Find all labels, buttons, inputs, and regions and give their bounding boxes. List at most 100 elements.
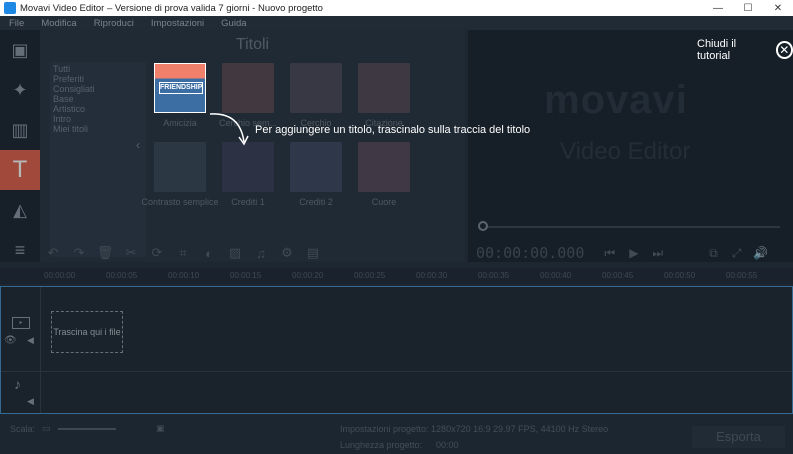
zoom-out-icon[interactable]: ▭: [42, 423, 51, 434]
title-thumbnail[interactable]: Cuore: [358, 142, 410, 207]
preview-player: movavi Video Editor: [468, 30, 793, 262]
redo-icon[interactable]: ↷: [66, 245, 92, 261]
app-body: ▣ ✦ ▥ T ◭ ≡ Titoli Tutti Preferiti Consi…: [0, 30, 793, 454]
timeline-ruler[interactable]: 00:00:00 00:00:05 00:00:10 00:00:15 00:0…: [0, 268, 793, 284]
video-track-icon: ▸: [12, 317, 30, 329]
scale-slider[interactable]: [58, 428, 116, 430]
text-t-icon: T: [12, 156, 28, 183]
ruler-tick: 00:00:15: [230, 271, 262, 280]
filters-button[interactable]: ✦: [0, 70, 40, 110]
music-note-icon: ♪: [14, 376, 21, 392]
app-logo-icon: [4, 2, 16, 14]
panel-title: Titoli: [235, 36, 270, 53]
speaker-icon[interactable]: ◀: [27, 396, 34, 407]
ruler-tick: 00:00:35: [478, 271, 510, 280]
close-tutorial-label: Chiudi il tutorial: [697, 38, 737, 62]
scrubber-handle[interactable]: [478, 221, 488, 231]
window-titlebar: Movavi Video Editor – Versione di prova …: [0, 0, 793, 16]
track-divider: [1, 371, 792, 372]
playback-scrubber[interactable]: [480, 226, 780, 228]
title-thumbnail[interactable]: Contrasto semplice: [141, 142, 219, 207]
fullscreen-icon[interactable]: ⤢: [732, 246, 742, 261]
image-icon[interactable]: ▨: [222, 245, 248, 261]
menu-impostazioni[interactable]: Impostazioni: [151, 18, 204, 29]
skip-forward-icon[interactable]: ⏭: [652, 246, 663, 261]
timecode-display: 00:00:00.000: [476, 244, 585, 262]
thumbnail-text: FRIENDSHIP: [159, 82, 203, 94]
color-adjust-icon[interactable]: ◐: [196, 246, 222, 261]
drop-files-zone[interactable]: Trascina qui i file: [51, 311, 123, 353]
cut-icon[interactable]: ✂: [118, 245, 144, 261]
left-toolbar: ▣ ✦ ▥ T ◭ ≡: [0, 30, 40, 262]
stickers-button[interactable]: ◭: [0, 190, 40, 230]
speaker-icon[interactable]: ◀: [27, 335, 34, 346]
ruler-tick: 00:00:10: [168, 271, 200, 280]
undo-icon[interactable]: ↶: [40, 245, 66, 261]
play-icon[interactable]: ▶: [629, 246, 638, 260]
chevron-left-icon[interactable]: ‹: [136, 138, 140, 152]
magic-wand-icon: ✦: [12, 79, 28, 100]
timeline-area[interactable]: ▸ 👁 ◀ ♪ ◀ Trascina qui i file: [0, 286, 793, 414]
export-button[interactable]: Esporta: [692, 426, 785, 448]
close-icon[interactable]: ✕: [775, 41, 793, 59]
maximize-button[interactable]: ☐: [733, 3, 763, 14]
minimize-button[interactable]: —: [703, 3, 733, 14]
window-title: Movavi Video Editor – Versione di prova …: [20, 2, 323, 14]
ruler-tick: 00:00:25: [354, 271, 386, 280]
project-length-label: Lunghezza progetto:: [340, 440, 423, 450]
highlighted-title-thumbnail[interactable]: FRIENDSHIP: [154, 63, 206, 113]
import-media-button[interactable]: ▣: [0, 30, 40, 70]
volume-icon[interactable]: 🔊: [753, 246, 768, 260]
category-item[interactable]: Miei titoli: [53, 124, 143, 134]
category-item[interactable]: Base: [53, 94, 143, 104]
project-length: 00:00: [436, 440, 459, 450]
eye-icon[interactable]: 👁: [4, 335, 17, 346]
gear-icon[interactable]: ⚙: [274, 245, 300, 261]
list-icon: ≡: [14, 239, 26, 260]
title-thumbnail[interactable]: Cerchio: [290, 63, 342, 128]
transitions-button[interactable]: ▥: [0, 110, 40, 150]
skip-back-icon[interactable]: ⏮: [604, 246, 615, 261]
ruler-tick: 00:00:50: [664, 271, 696, 280]
menu-modifica[interactable]: Modifica: [41, 18, 76, 29]
ruler-tick: 00:00:00: [44, 271, 76, 280]
category-item[interactable]: Artistico: [53, 104, 143, 114]
menu-riproduci[interactable]: Riproduci: [94, 18, 134, 29]
detach-icon[interactable]: ⧉: [709, 246, 718, 261]
crop-icon[interactable]: ⌗: [170, 245, 196, 261]
tutorial-hint: Per aggiungere un titolo, trascinalo sul…: [255, 124, 531, 136]
titles-button[interactable]: T: [0, 150, 40, 190]
category-item[interactable]: Tutti: [53, 64, 143, 74]
title-thumbnail[interactable]: Citazione: [358, 63, 410, 128]
menu-bar: File Modifica Riproduci Impostazioni Gui…: [0, 16, 793, 30]
transitions-icon: ▥: [11, 119, 29, 140]
close-window-button[interactable]: ✕: [763, 3, 793, 14]
menu-guida[interactable]: Guida: [221, 18, 246, 29]
category-item[interactable]: Intro: [53, 114, 143, 124]
ruler-tick: 00:00:55: [726, 271, 758, 280]
equalizer-icon[interactable]: ▤: [300, 245, 326, 261]
rotate-icon[interactable]: ⟳: [144, 245, 170, 261]
transport-controls: 00:00:00.000 ⏮ ▶ ⏭ ⧉ ⤢ 🔊: [468, 240, 793, 266]
title-thumbnail[interactable]: Crediti 1: [222, 142, 274, 207]
menu-file[interactable]: File: [9, 18, 24, 29]
status-bar: Scala: ▭ ▣ Impostazioni progetto: 1280x7…: [0, 416, 793, 454]
preview-subtitle: Video Editor: [560, 138, 691, 165]
film-icon: ▣: [11, 39, 29, 60]
more-tools-button[interactable]: ≡: [0, 230, 40, 270]
ruler-tick: 00:00:20: [292, 271, 324, 280]
audio-track-header: ♪ ◀: [1, 372, 41, 413]
fit-zoom-icon[interactable]: ▣: [156, 423, 165, 434]
tutorial-arrow-icon: [209, 113, 249, 146]
category-list: Tutti Preferiti Consigliati Base Artisti…: [50, 62, 146, 257]
shapes-icon: ◭: [13, 199, 27, 220]
title-thumbnail[interactable]: Cerchio sem...: [219, 63, 277, 128]
project-settings: Impostazioni progetto: 1280x720 16:9 29.…: [340, 424, 609, 434]
thumbnail-label: Cuore: [371, 197, 397, 207]
microphone-icon[interactable]: ♫: [248, 246, 274, 261]
category-item[interactable]: Preferiti: [53, 74, 143, 84]
trash-icon[interactable]: 🗑: [92, 245, 118, 261]
category-item[interactable]: Consigliati: [53, 84, 143, 94]
close-tutorial-button[interactable]: Chiudi il tutorial ✕: [697, 38, 793, 62]
title-thumbnail[interactable]: Crediti 2: [290, 142, 342, 207]
